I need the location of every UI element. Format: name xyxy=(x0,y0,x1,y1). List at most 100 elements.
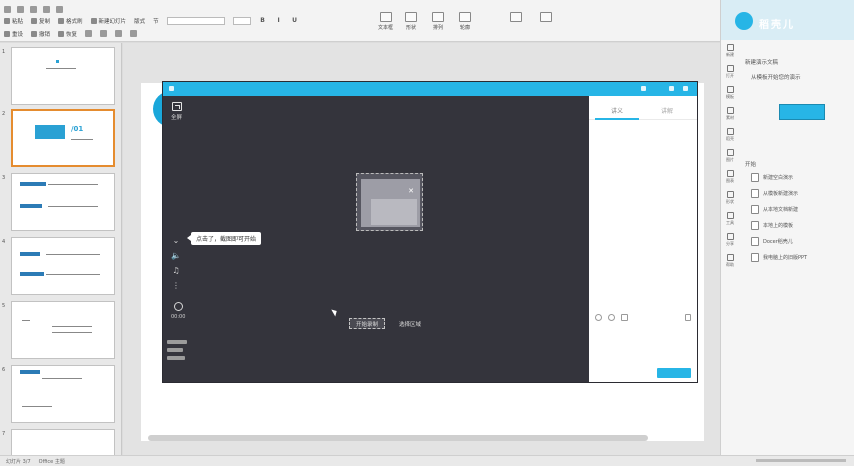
rail-item[interactable]: 新建 xyxy=(726,44,734,58)
start-recording-button[interactable]: 开始录制 xyxy=(349,318,385,329)
recorder-options xyxy=(167,340,187,360)
thumbnail-row[interactable]: 6 xyxy=(2,365,120,425)
slide-thumbnail[interactable] xyxy=(11,365,115,423)
redo-button[interactable]: 恢复 xyxy=(58,30,77,38)
recorder-side-icons xyxy=(595,314,628,321)
align-left-icon[interactable] xyxy=(85,30,93,37)
document-icon xyxy=(751,253,759,262)
rail-item[interactable]: 帮助 xyxy=(726,254,734,268)
image-icon[interactable] xyxy=(621,314,628,321)
underline-button[interactable]: U xyxy=(291,17,299,24)
find-icon xyxy=(510,12,522,22)
slide-thumbnail[interactable] xyxy=(11,237,115,295)
list-item[interactable]: 从模板新建演示 xyxy=(751,189,807,198)
rail-item[interactable]: 分享 xyxy=(726,233,734,247)
slide-thumbnail[interactable] xyxy=(11,301,115,359)
option-bar[interactable] xyxy=(167,348,183,352)
rail-item[interactable]: 图片 xyxy=(726,149,734,163)
redo-icon[interactable] xyxy=(30,5,37,13)
thumbnail-row[interactable]: 5 xyxy=(2,301,120,361)
recorder-titlebar[interactable] xyxy=(163,82,697,96)
thumbnail-row[interactable]: 1 xyxy=(2,47,120,107)
thumbnail-row[interactable]: 3 xyxy=(2,173,120,233)
timer-text: 00:00 xyxy=(171,314,186,320)
new-slide-button[interactable]: 新建幻灯片 xyxy=(90,17,126,25)
chevron-down-icon[interactable]: ⌄ xyxy=(171,236,181,245)
close-icon[interactable]: ✕ xyxy=(408,187,414,195)
slide-thumbnail[interactable] xyxy=(11,429,115,455)
list-item[interactable]: Docer稻壳儿 xyxy=(751,237,807,246)
music-icon[interactable]: ♫ xyxy=(171,266,181,275)
rail-item[interactable]: 稻壳 xyxy=(726,128,734,142)
document-icon xyxy=(751,205,759,214)
rail-item[interactable]: 模板 xyxy=(726,86,734,100)
trash-icon[interactable] xyxy=(685,314,691,321)
tab-handout[interactable]: 讲义 xyxy=(611,106,623,115)
undo-icon[interactable] xyxy=(17,5,24,13)
slide-thumbnail[interactable] xyxy=(11,47,115,105)
format-painter-button[interactable]: 格式刷 xyxy=(58,17,83,25)
status-bar: 幻灯片 3/7 Office 主题 xyxy=(0,455,854,466)
cloud-icon xyxy=(751,237,759,246)
more-icon[interactable]: ⋮ xyxy=(171,281,181,290)
rail-item[interactable]: 形状 xyxy=(726,191,734,205)
preview-icon[interactable] xyxy=(56,5,63,13)
slide-thumbnail-selected[interactable]: /01 xyxy=(11,109,115,167)
reset-icon xyxy=(4,30,10,37)
line-spacing-icon[interactable] xyxy=(130,30,138,37)
align-center-icon[interactable] xyxy=(100,30,108,37)
send-button[interactable] xyxy=(657,368,691,378)
list-item[interactable]: 我电脑上的旧版PPT xyxy=(751,253,807,262)
rail-item[interactable]: 素材 xyxy=(726,107,734,121)
thumbnail-row[interactable]: 4 xyxy=(2,237,120,297)
new-icon xyxy=(726,44,734,51)
rail-item[interactable]: 打开 xyxy=(726,65,734,79)
horizontal-scrollbar[interactable] xyxy=(148,435,648,441)
font-family-select[interactable] xyxy=(166,16,225,25)
italic-button[interactable]: I xyxy=(275,17,283,24)
recorder-workspace[interactable]: 全屏 ⌄ 🔈 ♫ ⋮ 点击了，截图即可开始 00:00 ✕ 开始录制 选择区域 xyxy=(163,96,589,382)
screen-recorder-window[interactable]: 全屏 ⌄ 🔈 ♫ ⋮ 点击了，截图即可开始 00:00 ✕ 开始录制 选择区域 … xyxy=(163,82,697,382)
template-icon xyxy=(726,86,734,93)
rail-item[interactable]: 工具 xyxy=(726,212,734,226)
scissors-icon[interactable] xyxy=(608,314,615,321)
find-button[interactable] xyxy=(510,12,522,22)
outline-button[interactable]: 轮廓 xyxy=(459,12,471,31)
section-button[interactable]: 节 xyxy=(153,17,159,25)
thumbnail-row[interactable]: 7 xyxy=(2,429,120,455)
font-size-select[interactable] xyxy=(232,16,251,25)
select-button[interactable] xyxy=(540,12,552,22)
slide-thumbnail[interactable] xyxy=(11,173,115,231)
option-bar[interactable] xyxy=(167,356,185,360)
paste-button[interactable]: 粘贴 xyxy=(4,17,23,25)
capture-preview[interactable]: ✕ xyxy=(356,173,423,231)
slide-thumbnail-panel[interactable]: 1 2 /01 3 4 5 6 7 xyxy=(0,43,122,455)
print-icon[interactable] xyxy=(43,5,50,13)
timer[interactable]: 00:00 xyxy=(171,302,185,320)
list-item[interactable]: 本地上的模板 xyxy=(751,221,807,230)
align-right-icon[interactable] xyxy=(115,30,123,37)
shape-button[interactable]: 形状 xyxy=(405,12,417,31)
undo-button[interactable]: 撤销 xyxy=(31,30,50,38)
close-icon[interactable] xyxy=(683,86,688,91)
template-preview[interactable] xyxy=(779,104,825,120)
list-item[interactable]: 新建空白演示 xyxy=(751,173,807,182)
emoji-icon[interactable] xyxy=(595,314,602,321)
bold-button[interactable]: B xyxy=(259,17,267,24)
option-bar[interactable] xyxy=(167,340,187,344)
speaker-icon[interactable]: 🔈 xyxy=(171,251,181,260)
textbox-button[interactable]: 文本框 xyxy=(378,12,393,31)
pin-icon[interactable] xyxy=(641,86,646,91)
fullscreen-button[interactable]: 全屏 xyxy=(171,102,182,121)
layout-button[interactable]: 版式 xyxy=(134,17,145,25)
arrange-button[interactable]: 排列 xyxy=(432,12,444,31)
rail-item[interactable]: 图表 xyxy=(726,170,734,184)
copy-button[interactable]: 复制 xyxy=(31,17,50,25)
list-item[interactable]: 从本地文档新建 xyxy=(751,205,807,214)
thumbnail-row[interactable]: 2 /01 xyxy=(2,109,120,169)
zoom-slider[interactable] xyxy=(756,459,846,462)
save-icon[interactable] xyxy=(4,5,11,13)
minimize-icon[interactable] xyxy=(669,86,674,91)
reset-button[interactable]: 重设 xyxy=(4,30,23,38)
tab-explain[interactable]: 讲解 xyxy=(661,106,673,115)
